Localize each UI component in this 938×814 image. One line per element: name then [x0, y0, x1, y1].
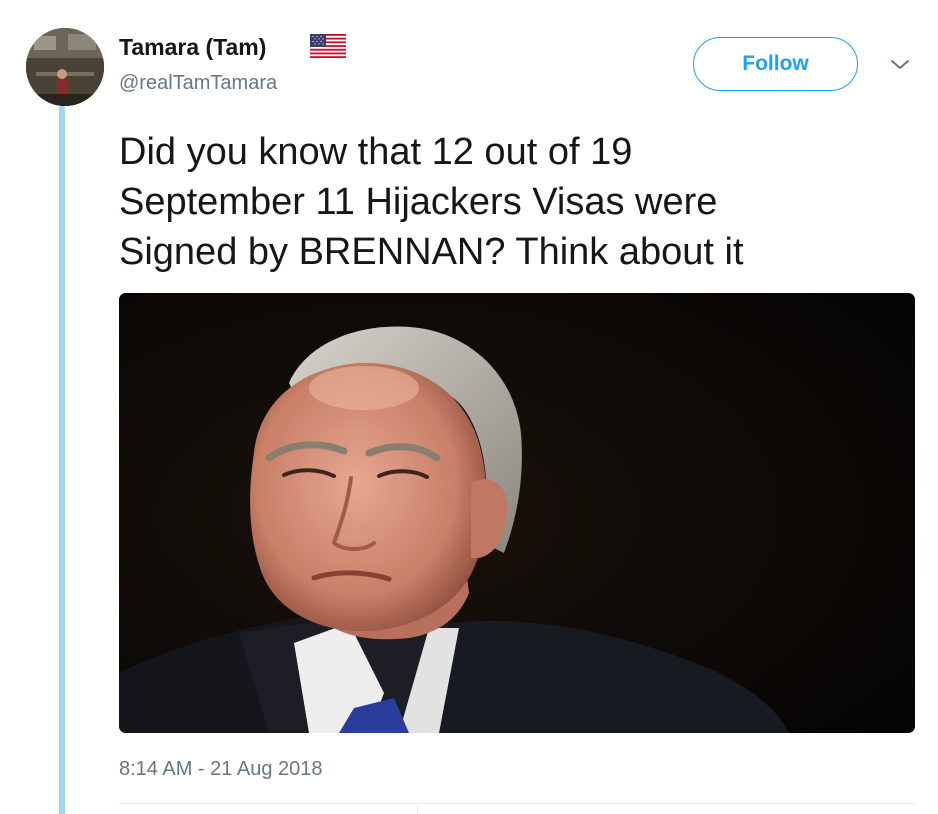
- author-name[interactable]: Tamara (Tam): [119, 34, 266, 61]
- chevron-down-icon[interactable]: [887, 53, 913, 75]
- avatar[interactable]: [26, 28, 104, 106]
- tweet-text: Did you know that 12 out of 19 September…: [119, 131, 744, 273]
- divider-tick: [417, 803, 418, 814]
- photo-image: [119, 293, 915, 733]
- us-flag-icon: [310, 34, 346, 58]
- tweet-timestamp[interactable]: 8:14 AM - 21 Aug 2018: [119, 758, 323, 781]
- author-handle[interactable]: @realTamTamara: [119, 72, 277, 95]
- avatar-image: [26, 28, 104, 106]
- follow-button[interactable]: Follow: [693, 37, 858, 91]
- tweet-media-photo[interactable]: [119, 293, 915, 733]
- divider: [119, 803, 915, 804]
- thread-line: [59, 106, 65, 814]
